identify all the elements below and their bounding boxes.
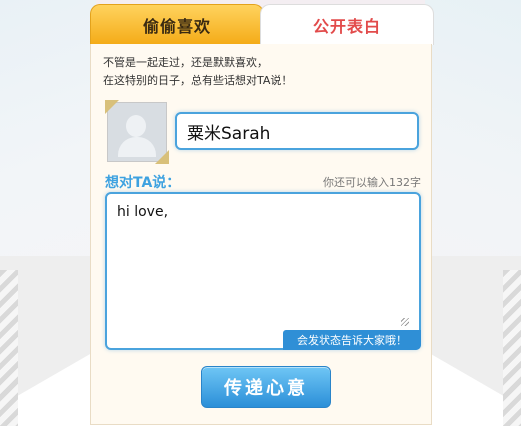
confession-card: 偷偷喜欢 公开表白 不管是一起走过，还是默默喜欢， 在这特别的日子，总有些话想对… <box>90 4 434 425</box>
message-label: 想对TA说： <box>105 175 181 191</box>
photo-corner-top-left <box>105 100 119 114</box>
intro-line-2: 在这特别的日子，总有些话想对TA说！ <box>103 74 293 87</box>
message-textarea[interactable]: hi love, <box>105 192 421 350</box>
envelope-stripe-right <box>503 270 521 426</box>
intro-line-1: 不管是一起走过，还是默默喜欢， <box>103 56 268 69</box>
send-button[interactable]: 传递心意 <box>201 366 331 408</box>
avatar-head <box>126 115 146 137</box>
envelope-stripe-left <box>0 270 18 426</box>
photo-corner-bottom-right <box>155 150 169 164</box>
avatar-body <box>118 137 156 157</box>
tab-secret-like[interactable]: 偷偷喜欢 <box>90 4 264 45</box>
tab-public-confession[interactable]: 公开表白 <box>260 4 434 45</box>
intro-text: 不管是一起走过，还是默默喜欢， 在这特别的日子，总有些话想对TA说！ <box>103 54 423 90</box>
form-panel: 不管是一起走过，还是默默喜欢， 在这特别的日子，总有些话想对TA说！ 想对TA说… <box>90 44 432 425</box>
remaining-chars: 你还可以输入132字 <box>323 176 421 189</box>
status-notice-badge: 会发状态告诉大家哦！ <box>283 330 421 350</box>
resize-grip-icon[interactable] <box>401 318 409 326</box>
recipient-name-input[interactable] <box>175 112 419 150</box>
default-avatar-icon <box>105 100 169 164</box>
